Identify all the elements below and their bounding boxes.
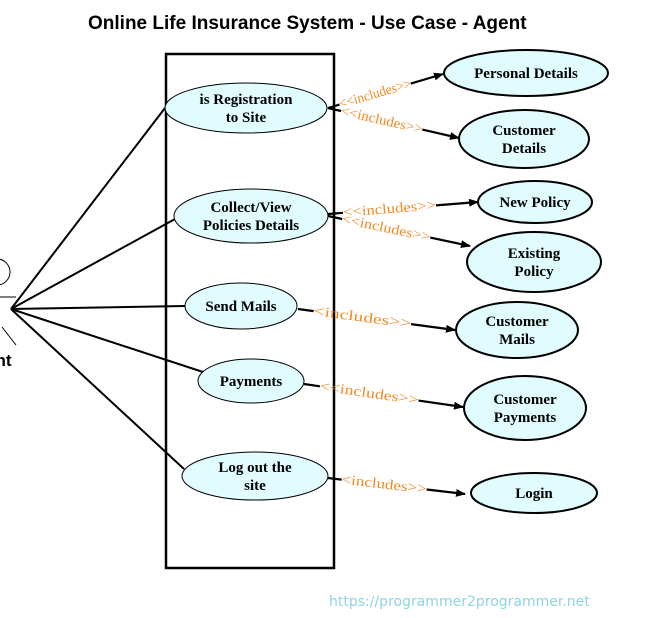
- relation-arrow: [422, 128, 460, 140]
- actor-label: ent: [0, 351, 12, 370]
- relation-line: [327, 211, 344, 216]
- include-relations: <<includes>><<includes>><<includes>><<in…: [297, 72, 479, 498]
- use-case-label: Personal Details: [474, 66, 578, 82]
- watermark-url[interactable]: https://programmer2programmer.net: [329, 594, 590, 610]
- use-case-label: Log out the: [218, 460, 292, 476]
- use-case-registration[interactable]: is Registration to Site: [164, 82, 328, 134]
- use-case-diagram: Online Life Insurance System - Use Case …: [0, 13, 609, 610]
- use-case-ellipse: [463, 375, 587, 441]
- use-case-login[interactable]: Login: [470, 472, 598, 514]
- use-case-label: Login: [515, 486, 553, 502]
- relation-arrow: [435, 198, 479, 207]
- association-lines: [10, 107, 204, 470]
- use-case-label: site: [244, 478, 266, 494]
- relation-arrow: [410, 72, 444, 85]
- use-case-label: Existing: [508, 246, 561, 262]
- use-case-label: Send Mails: [205, 299, 276, 315]
- relation-label: <<includes>>: [339, 104, 424, 137]
- include-relation-customer-details: <<includes>>: [327, 104, 460, 140]
- use-case-label: Policies Details: [203, 218, 299, 234]
- use-case-label: Payments: [220, 374, 283, 390]
- use-case-label: Customer: [485, 314, 549, 330]
- include-relation-customer-payments: <<includes>>: [303, 379, 464, 410]
- association-line-collect-view: [10, 218, 176, 310]
- relation-arrow: [426, 488, 466, 497]
- relation-line: [327, 214, 343, 221]
- relation-line: [303, 382, 321, 388]
- use-case-label: Policy: [514, 264, 554, 280]
- use-case-logout[interactable]: Log out the site: [181, 451, 329, 501]
- use-case-customer-payments[interactable]: Customer Payments: [463, 375, 587, 441]
- include-relation-customer-mails: <includes>>: [297, 304, 456, 333]
- relation-label: <includes>>: [341, 473, 428, 498]
- include-relation-login: <includes>>: [327, 473, 466, 498]
- use-case-customer-mails[interactable]: Customer Mails: [455, 301, 579, 359]
- association-line-registration: [10, 107, 166, 310]
- diagram-title: Online Life Insurance System - Use Case …: [88, 13, 527, 34]
- use-case-personal-details[interactable]: Personal Details: [443, 49, 609, 97]
- use-case-label: Payments: [494, 410, 557, 426]
- use-case-send-mails[interactable]: Send Mails: [184, 282, 298, 330]
- association-line-logout: [10, 308, 185, 470]
- use-case-ellipse: [466, 231, 602, 293]
- use-case-label: Mails: [499, 332, 535, 348]
- relation-line: [327, 106, 342, 113]
- use-case-label: Customer: [493, 392, 557, 408]
- use-case-label: is Registration: [200, 92, 294, 108]
- relation-arrow: [418, 399, 464, 410]
- stick-figure-icon: [0, 258, 17, 346]
- association-line-payments: [10, 308, 204, 373]
- relation-label: <includes>>: [313, 304, 412, 332]
- association-line-send-mails: [10, 305, 186, 310]
- use-case-ellipse: [173, 188, 329, 244]
- relation-arrow: [430, 236, 471, 249]
- use-case-payments[interactable]: Payments: [197, 358, 305, 404]
- use-case-ellipse: [458, 109, 590, 169]
- use-case-customer-details[interactable]: Customer Details: [458, 109, 590, 169]
- use-case-label: New Policy: [499, 195, 571, 211]
- use-case-collect-view[interactable]: Collect/View Policies Details: [173, 188, 329, 244]
- use-case-new-policy[interactable]: New Policy: [477, 180, 593, 224]
- relation-line: [297, 307, 314, 313]
- use-case-existing-policy[interactable]: Existing Policy: [466, 231, 602, 293]
- actor-agent[interactable]: ent: [0, 258, 17, 370]
- use-case-label: Collect/View: [210, 200, 291, 216]
- use-case-label: Customer: [492, 123, 556, 139]
- use-case-label: to Site: [226, 110, 267, 126]
- use-case-ellipse: [455, 301, 579, 359]
- include-relation-existing-policy: <<includes>>: [327, 212, 471, 249]
- use-case-label: Details: [502, 141, 546, 157]
- relation-arrow: [410, 323, 456, 333]
- relation-line: [327, 476, 342, 481]
